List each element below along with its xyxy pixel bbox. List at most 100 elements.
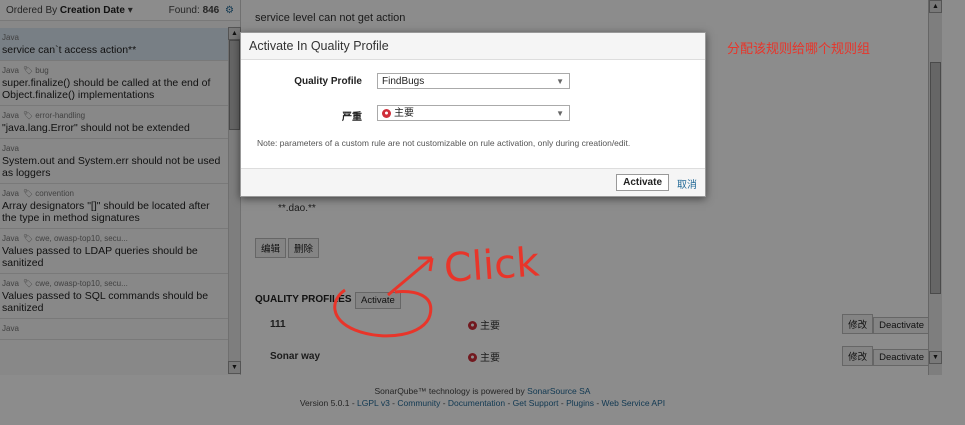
rule-name: Values passed to SQL commands should be … bbox=[2, 290, 209, 314]
scroll-thumb[interactable] bbox=[229, 40, 240, 130]
profile-row: Sonar way ● 主要 修改 Deactivate bbox=[255, 346, 930, 366]
results-count: Found: 846 ⚙ bbox=[169, 5, 234, 16]
scroll-down-icon[interactable]: ▼ bbox=[929, 351, 942, 364]
rule-language: Java bbox=[2, 111, 19, 120]
rule-name: service can`t access action** bbox=[2, 44, 137, 56]
sort-value: Creation Date bbox=[59, 4, 125, 16]
found-label: Found: bbox=[168, 4, 200, 16]
chevron-down-icon: ▾ bbox=[127, 4, 133, 16]
profile-severity: ● 主要 bbox=[468, 317, 500, 332]
sort-prefix: Ordered By bbox=[6, 4, 58, 16]
deactivate-button[interactable]: Deactivate bbox=[873, 317, 930, 334]
profile-severity: ● 主要 bbox=[468, 349, 500, 364]
rule-language: Java bbox=[2, 279, 19, 288]
chevron-down-icon: ▼ bbox=[556, 109, 564, 118]
rule-language: Java bbox=[2, 234, 19, 243]
rule-item[interactable]: Java 🏷 convention Array designators "[]" … bbox=[0, 184, 228, 229]
activate-profile-button[interactable]: Activate bbox=[355, 292, 401, 309]
modal-title: Activate In Quality Profile bbox=[241, 33, 705, 60]
tag-icon: 🏷 bbox=[22, 66, 34, 75]
rule-tags: cwe, owasp-top10, secu... bbox=[35, 279, 128, 288]
deactivate-button[interactable]: Deactivate bbox=[873, 349, 930, 366]
severity-select-value: 主要 bbox=[394, 108, 414, 119]
rule-language: Java bbox=[2, 324, 19, 333]
rule-item[interactable]: Java bbox=[0, 319, 228, 340]
scroll-up-icon[interactable]: ▲ bbox=[929, 0, 942, 13]
footer-link-webservice[interactable]: Web Service API bbox=[602, 398, 666, 408]
cancel-link[interactable]: 取消 bbox=[677, 176, 697, 191]
profile-label: Quality Profile bbox=[294, 76, 362, 87]
profile-name: 111 bbox=[270, 318, 286, 330]
footer-link-community[interactable]: Community bbox=[397, 398, 440, 408]
scroll-thumb[interactable] bbox=[930, 62, 941, 294]
rule-name: "java.lang.Error" should not be extended bbox=[2, 122, 190, 134]
rule-item[interactable]: Java 🏷 cwe, owasp-top10, secu... Values p… bbox=[0, 274, 228, 319]
profile-select[interactable]: FindBugs ▼ bbox=[377, 73, 570, 89]
rule-language: Java bbox=[2, 144, 19, 153]
rule-tags: error-handling bbox=[35, 111, 86, 120]
footer-link-support[interactable]: Get Support bbox=[513, 398, 559, 408]
severity-major-icon: ● bbox=[468, 321, 477, 331]
annotation-note: 分配该规则给哪个规则组 bbox=[727, 41, 871, 56]
severity-major-icon: ● bbox=[468, 353, 477, 363]
tag-icon: 🏷 bbox=[22, 279, 34, 288]
rule-tags: cwe, owasp-top10, secu... bbox=[35, 234, 128, 243]
modify-button[interactable]: 修改 bbox=[842, 314, 874, 334]
severity-select[interactable]: ● 主要 ▼ bbox=[377, 105, 570, 121]
footer-version: Version 5.0.1 bbox=[299, 398, 350, 408]
profile-row: Quality Profile FindBugs ▼ bbox=[241, 73, 705, 93]
list-header: Ordered By Creation Date ▾ Found: 846 ⚙ bbox=[0, 0, 240, 21]
rule-name: super.finalize() should be called at the… bbox=[2, 77, 211, 101]
rule-item[interactable]: Java 🏷 bug super.finalize() should be cal… bbox=[0, 61, 228, 106]
rule-language: Java bbox=[2, 66, 19, 75]
footer-powered-by: SonarQube™ technology is powered by bbox=[374, 386, 525, 396]
severity-label: 严重 bbox=[342, 112, 362, 123]
severity-row: 严重 ● 主要 ▼ bbox=[241, 105, 705, 125]
footer-link-documentation[interactable]: Documentation bbox=[448, 398, 505, 408]
quality-profiles-title: QUALITY PROFILES bbox=[255, 294, 352, 305]
sonarsource-link[interactable]: SonarSource SA bbox=[527, 386, 590, 396]
profile-name: Sonar way bbox=[270, 350, 321, 362]
profile-select-value: FindBugs bbox=[382, 76, 425, 87]
page-footer: SonarQube™ technology is powered by Sona… bbox=[299, 386, 666, 408]
rule-item[interactable]: Java 🏷 error-handling "java.lang.Error" s… bbox=[0, 106, 228, 139]
rule-description: service level can not get action bbox=[255, 12, 406, 24]
rule-name: Array designators "[]" should be located… bbox=[2, 200, 210, 224]
found-count: 846 bbox=[202, 4, 220, 16]
rule-item[interactable]: Java 🏷 cwe, owasp-top10, secu... Values p… bbox=[0, 229, 228, 274]
rule-language: Java bbox=[2, 33, 19, 42]
rules-list: Java service can`t access action** Java 🏷… bbox=[0, 28, 228, 374]
rule-name: System.out and System.err should not be … bbox=[2, 155, 221, 179]
page-scrollbar[interactable]: ▲ ▼ bbox=[928, 0, 942, 375]
edit-button[interactable]: 编辑 bbox=[255, 238, 287, 258]
rule-param-value: **.dao.** bbox=[278, 203, 316, 214]
rule-item[interactable]: Java System.out and System.err should no… bbox=[0, 139, 228, 184]
rule-tags: convention bbox=[35, 189, 74, 198]
rule-tags: bug bbox=[35, 66, 49, 75]
rule-name: Values passed to LDAP queries should be … bbox=[2, 245, 198, 269]
modify-button[interactable]: 修改 bbox=[842, 346, 874, 366]
severity-label: 主要 bbox=[480, 320, 500, 332]
chevron-down-icon: ▼ bbox=[556, 77, 564, 86]
modal-footer: Activate 取消 bbox=[241, 168, 705, 196]
list-scrollbar[interactable]: ▲ ▼ bbox=[228, 27, 241, 374]
footer-link-plugins[interactable]: Plugins bbox=[566, 398, 594, 408]
sort-selector[interactable]: Ordered By Creation Date ▾ bbox=[6, 5, 133, 16]
tag-icon: 🏷 bbox=[22, 111, 34, 120]
severity-major-icon: ● bbox=[382, 108, 391, 118]
profile-row: 111 ● 主要 修改 Deactivate bbox=[255, 314, 930, 334]
activate-button[interactable]: Activate bbox=[616, 174, 669, 191]
rule-item[interactable]: Java service can`t access action** bbox=[0, 28, 228, 61]
footer-link-license[interactable]: LGPL v3 bbox=[357, 398, 390, 408]
activate-profile-modal: Activate In Quality Profile Quality Prof… bbox=[240, 32, 706, 197]
settings-icon[interactable]: ⚙ bbox=[225, 5, 234, 16]
rule-language: Java bbox=[2, 189, 19, 198]
scroll-down-icon[interactable]: ▼ bbox=[228, 361, 241, 374]
rules-list-panel: Ordered By Creation Date ▾ Found: 846 ⚙ … bbox=[0, 0, 241, 375]
delete-button[interactable]: 删除 bbox=[288, 238, 320, 258]
edit-actions: 编辑 删除 bbox=[255, 238, 320, 258]
tag-icon: 🏷 bbox=[22, 189, 34, 198]
custom-rule-note: Note: parameters of a custom rule are no… bbox=[257, 138, 631, 148]
severity-label: 主要 bbox=[480, 352, 500, 364]
tag-icon: 🏷 bbox=[22, 234, 34, 243]
